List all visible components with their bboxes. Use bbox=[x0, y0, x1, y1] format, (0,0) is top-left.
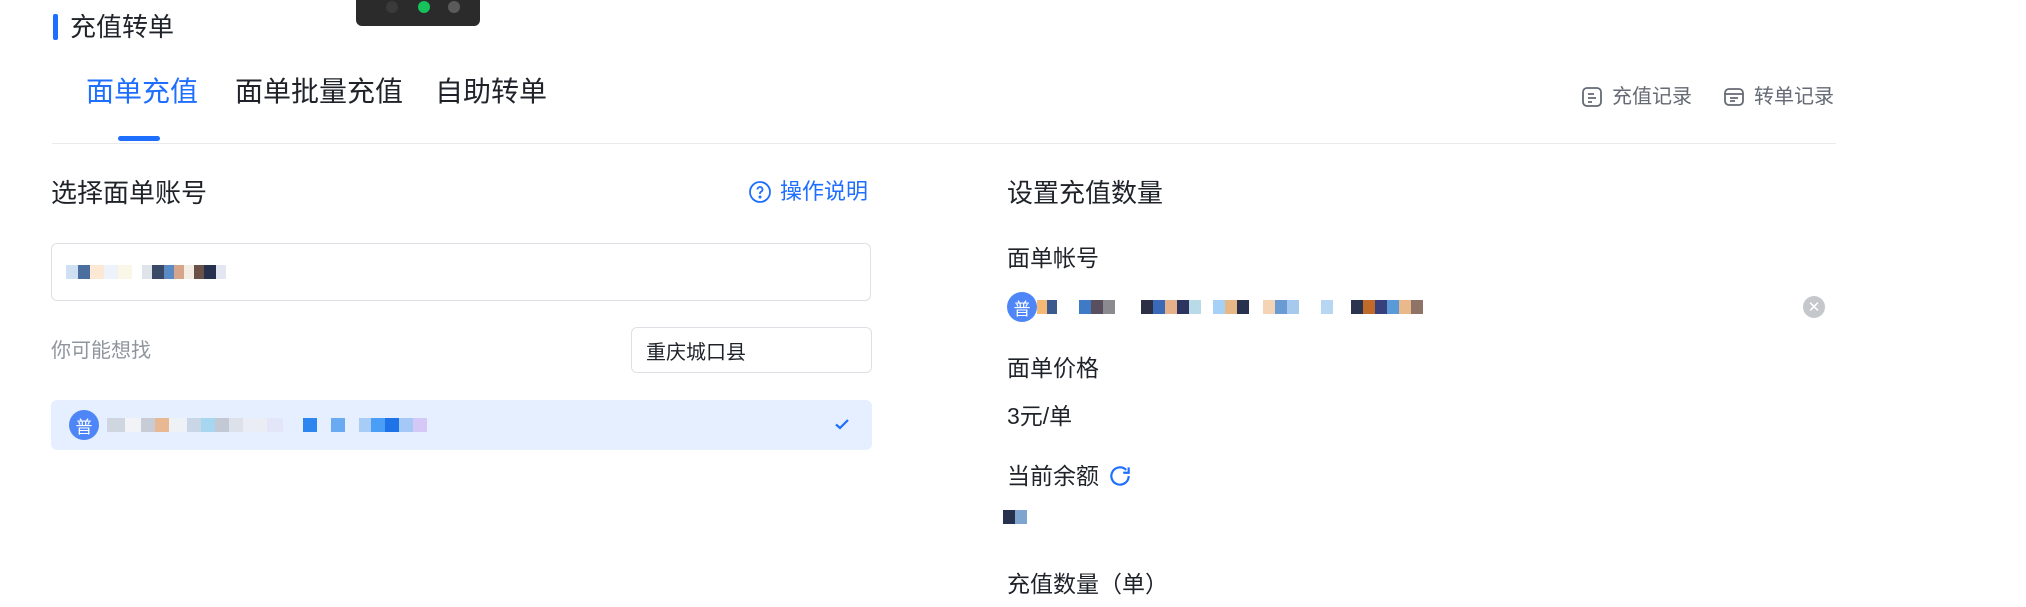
recharge-records-link[interactable]: 充值记录 bbox=[1580, 83, 1692, 111]
active-tab-indicator bbox=[118, 136, 160, 141]
account-label: 面单帐号 bbox=[1007, 245, 1099, 271]
select-account-title: 选择面单账号 bbox=[51, 178, 208, 208]
tab-batch-recharge[interactable]: 面单批量充值 bbox=[235, 74, 403, 110]
suggestion-label: 你可能想找 bbox=[51, 340, 151, 362]
redacted-account-text bbox=[66, 265, 226, 279]
redacted-selected-account bbox=[1037, 300, 1423, 314]
clear-icon[interactable]: ✕ bbox=[1803, 296, 1825, 318]
selected-account-display: 普 bbox=[1007, 292, 1423, 322]
redacted-account-name bbox=[107, 418, 427, 432]
quantity-label: 充值数量（单） bbox=[1007, 571, 1168, 597]
set-quantity-title: 设置充值数量 bbox=[1007, 178, 1164, 208]
transfer-record-icon bbox=[1724, 88, 1744, 106]
recharge-record-icon bbox=[1582, 87, 1602, 107]
floating-toolbar[interactable] bbox=[356, 0, 480, 26]
region-select[interactable]: 重庆城口县 bbox=[631, 327, 872, 373]
page-title: 充值转单 bbox=[70, 12, 175, 42]
help-link[interactable]: 操作说明 bbox=[748, 176, 868, 208]
status-dot-icon bbox=[418, 1, 430, 13]
transfer-records-link[interactable]: 转单记录 bbox=[1722, 83, 1834, 111]
tab-single-recharge[interactable]: 面单充值 bbox=[86, 74, 198, 110]
account-type-badge: 普 bbox=[1007, 292, 1037, 322]
title-accent-bar bbox=[53, 14, 58, 40]
balance-row: 当前余额 bbox=[1007, 460, 1133, 492]
tab-self-transfer[interactable]: 自助转单 bbox=[435, 74, 547, 110]
toolbar-dot bbox=[448, 1, 460, 13]
refresh-icon[interactable] bbox=[1107, 463, 1133, 489]
transfer-records-label: 转单记录 bbox=[1754, 86, 1834, 108]
redacted-balance-value bbox=[1003, 510, 1027, 524]
check-icon bbox=[835, 419, 849, 430]
question-circle-icon bbox=[749, 181, 771, 203]
account-option-selected[interactable]: 普 bbox=[51, 400, 872, 450]
help-link-label: 操作说明 bbox=[780, 179, 869, 204]
balance-label: 当前余额 bbox=[1007, 463, 1099, 489]
price-label: 面单价格 bbox=[1007, 355, 1099, 381]
recharge-records-label: 充值记录 bbox=[1612, 86, 1692, 108]
toolbar-dot bbox=[386, 1, 398, 13]
account-search-input[interactable] bbox=[51, 243, 871, 301]
account-type-badge: 普 bbox=[69, 410, 99, 440]
tabs-divider bbox=[52, 143, 1836, 144]
price-value: 3元/单 bbox=[1007, 403, 1073, 429]
